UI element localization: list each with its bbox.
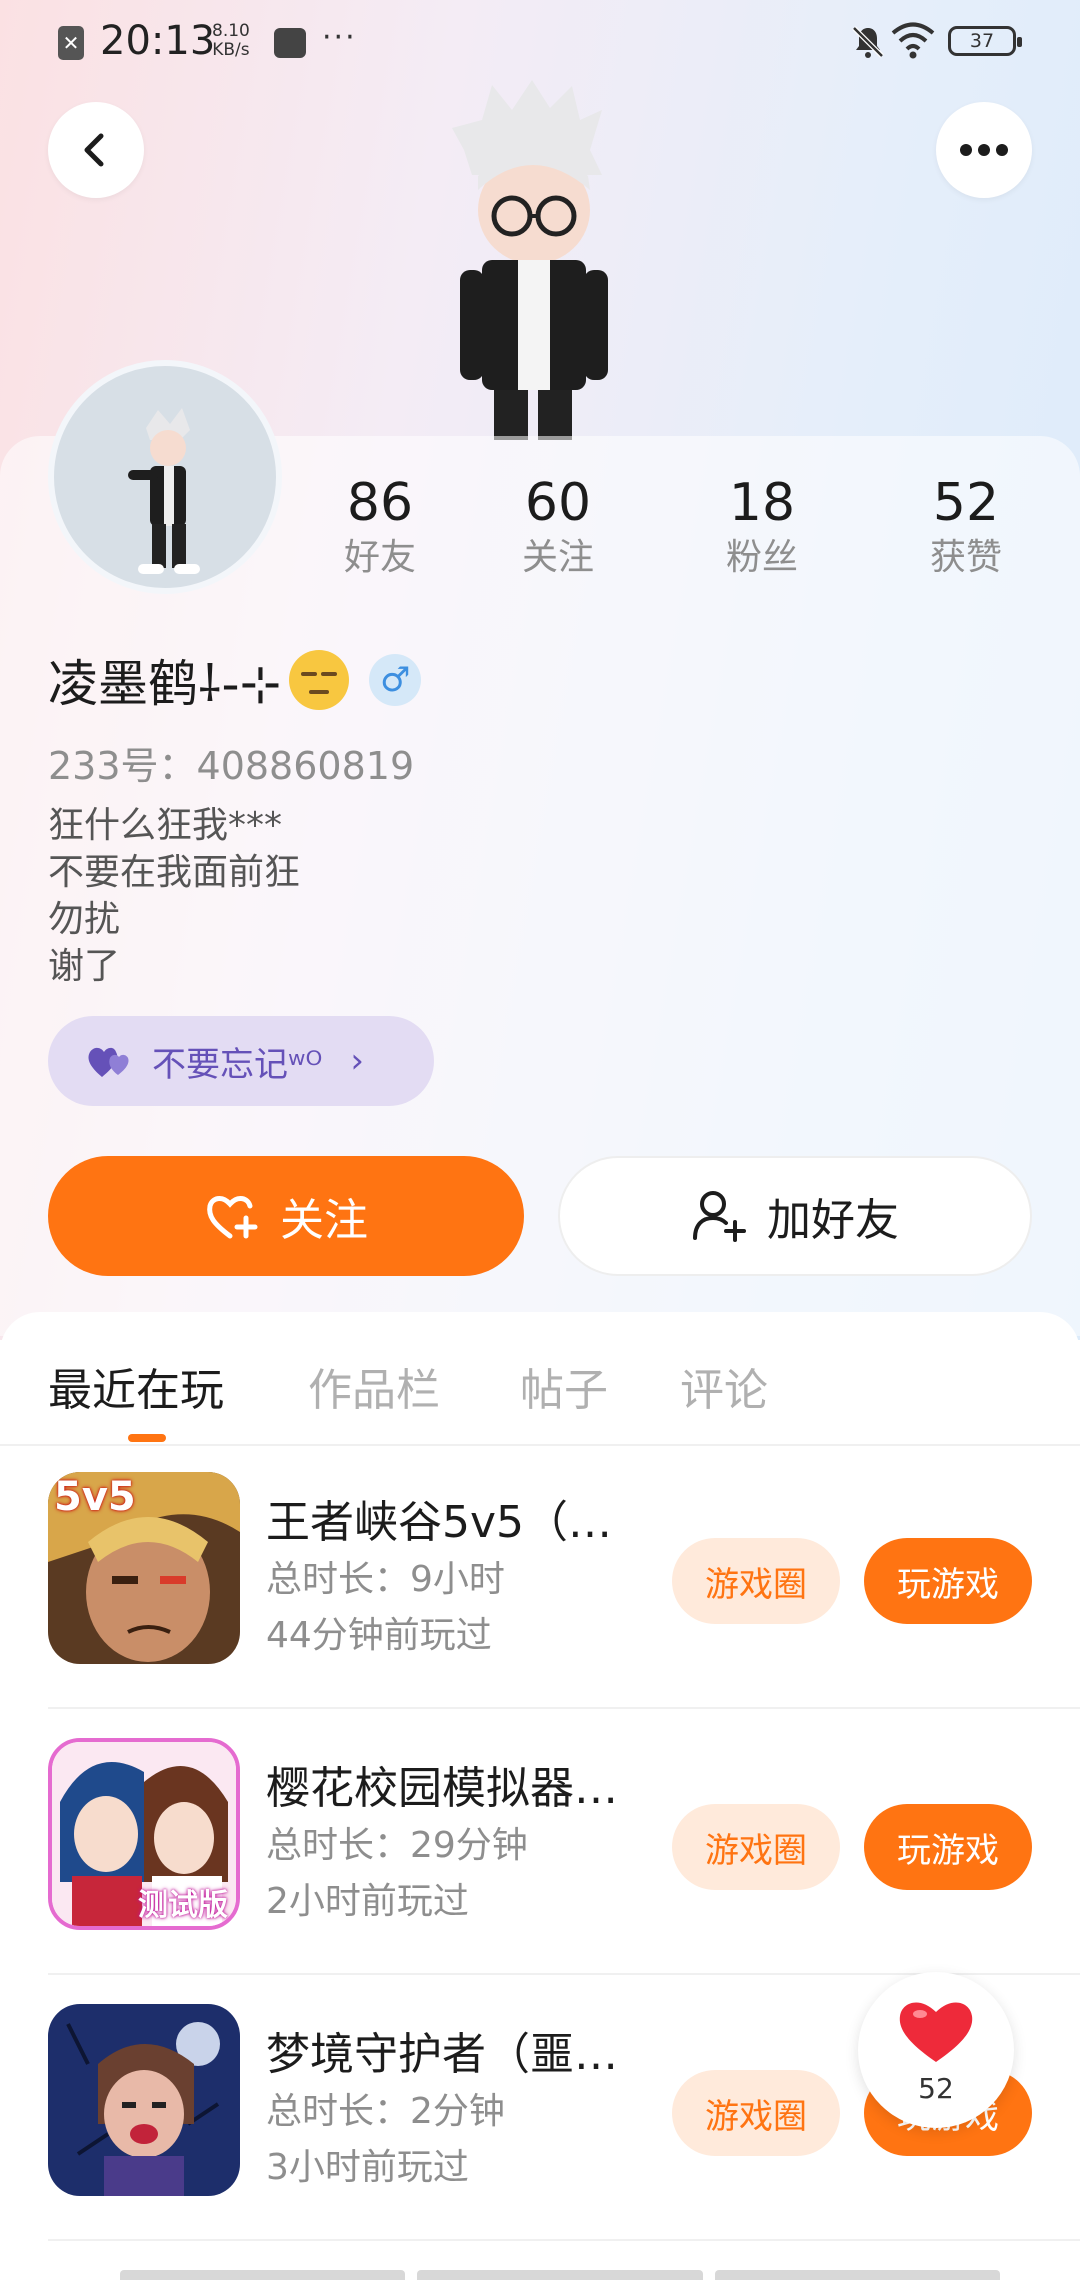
sim-card-icon bbox=[274, 28, 306, 58]
game-title: 梦境守护者（噩… bbox=[266, 2029, 618, 2080]
network-speed-value: 8.10 bbox=[212, 21, 250, 41]
game-title: 王者峡谷5v5（… bbox=[266, 1497, 613, 1548]
wifi-icon bbox=[891, 22, 935, 59]
more-dots-icon bbox=[960, 144, 1008, 156]
tab-works[interactable]: 作品栏 bbox=[308, 1354, 440, 1418]
tab-recently-played[interactable]: 最近在玩 bbox=[48, 1354, 224, 1418]
tab-bar: 最近在玩 作品栏 帖子 评论 bbox=[0, 1312, 1080, 1446]
chevron-right-icon: › bbox=[350, 1041, 364, 1081]
stat-label: 好友 bbox=[343, 537, 416, 578]
battery-icon: 37 bbox=[948, 26, 1022, 56]
stat-followers[interactable]: 18 粉丝 bbox=[682, 470, 842, 580]
game-icon-sakura-school: 测试版 bbox=[48, 1738, 240, 1930]
like-floating-button[interactable]: 52 bbox=[858, 1972, 1014, 2128]
bio-line: 勿扰 bbox=[48, 899, 121, 940]
chevron-left-icon bbox=[84, 133, 104, 167]
content-panel: 最近在玩 作品栏 帖子 评论 5v5 王者峡谷5v5（… 总时长：9小时 44分… bbox=[0, 1312, 1080, 2280]
game-last-played: 2小时前玩过 bbox=[266, 1881, 469, 1922]
network-speed-unit: KB/s bbox=[212, 40, 250, 60]
profile-stats: 86 好友 60 关注 18 粉丝 52 获赞 bbox=[300, 470, 1080, 600]
game-icon-dream-guardian bbox=[48, 2004, 240, 2196]
username: 凌墨鹤⸸-⊹ bbox=[48, 655, 282, 713]
tab-active-indicator bbox=[128, 1434, 166, 1442]
game-last-played: 3小时前玩过 bbox=[266, 2147, 469, 2188]
heart-icon bbox=[899, 2002, 973, 2062]
game-last-played: 44分钟前玩过 bbox=[266, 1615, 492, 1656]
avatar-3d-figure bbox=[452, 80, 608, 440]
avatar[interactable] bbox=[48, 360, 282, 594]
stat-label: 关注 bbox=[521, 537, 594, 578]
status-bar: ✕ 20:13 8.10 KB/s ··· 37 bbox=[0, 0, 1080, 86]
add-friend-button[interactable]: 加好友 bbox=[558, 1156, 1032, 1276]
avatar-thumbnail-image bbox=[128, 408, 200, 574]
game-total-time: 总时长：29分钟 bbox=[266, 1825, 528, 1866]
male-gender-icon: ♂ bbox=[369, 654, 422, 706]
user-bio: 狂什么狂我*** 不要在我面前狂 勿扰 谢了 bbox=[48, 802, 300, 990]
game-list-item[interactable]: 5v5 王者峡谷5v5（… 总时长：9小时 44分钟前玩过 游戏圈 玩游戏 bbox=[0, 1444, 1080, 1709]
user-id[interactable]: 233号：408860819 bbox=[48, 735, 414, 790]
game-circle-button[interactable]: 游戏圈 bbox=[672, 1804, 840, 1890]
tab-posts[interactable]: 帖子 bbox=[520, 1354, 608, 1418]
bio-line: 不要在我面前狂 bbox=[48, 852, 301, 893]
next-row-peek bbox=[120, 2270, 1000, 2280]
bio-line: 狂什么狂我*** bbox=[48, 805, 283, 846]
stat-value: 18 bbox=[728, 473, 796, 533]
network-speed: 8.10 KB/s bbox=[212, 22, 250, 60]
game-total-time: 总时长：2分钟 bbox=[266, 2091, 505, 2132]
unamused-face-emoji-icon bbox=[289, 650, 350, 710]
game-icon-badge: 测试版 bbox=[138, 1888, 228, 1923]
notification-icon: ✕ bbox=[58, 26, 84, 60]
stat-friends[interactable]: 86 好友 bbox=[300, 470, 460, 580]
like-count: 52 bbox=[918, 2072, 954, 2105]
stat-label: 获赞 bbox=[929, 537, 1002, 578]
double-heart-icon bbox=[88, 1047, 129, 1077]
stat-value: 60 bbox=[524, 473, 592, 533]
game-circle-button[interactable]: 游戏圈 bbox=[672, 1538, 840, 1624]
follow-label: 关注 bbox=[280, 1195, 368, 1246]
relationship-tag[interactable]: 不要忘记ʷᴼ › bbox=[48, 1016, 434, 1106]
status-time: 20:13 bbox=[100, 18, 216, 64]
stat-following[interactable]: 60 关注 bbox=[478, 470, 638, 580]
game-circle-button[interactable]: 游戏圈 bbox=[672, 2070, 840, 2156]
divider bbox=[48, 1707, 1080, 1709]
username-row: 凌墨鹤⸸-⊹ ♂ bbox=[48, 640, 422, 720]
follow-button[interactable]: 关注 bbox=[48, 1156, 524, 1276]
heart-plus-icon bbox=[207, 1196, 258, 1239]
mute-bell-icon bbox=[852, 26, 884, 58]
stat-value: 86 bbox=[346, 473, 414, 533]
tab-comments[interactable]: 评论 bbox=[680, 1354, 768, 1418]
game-icon-honor-of-kings: 5v5 bbox=[48, 1472, 240, 1664]
game-list-item[interactable]: 测试版 樱花校园模拟器… 总时长：29分钟 2小时前玩过 游戏圈 玩游戏 bbox=[0, 1710, 1080, 1975]
play-game-button[interactable]: 玩游戏 bbox=[864, 1538, 1032, 1624]
game-title: 樱花校园模拟器… bbox=[266, 1763, 618, 1814]
divider bbox=[48, 2239, 1080, 2241]
status-more-icon: ··· bbox=[322, 20, 357, 55]
add-user-icon bbox=[693, 1191, 746, 1242]
stat-value: 52 bbox=[932, 473, 1000, 533]
tag-label: 不要忘记ʷᴼ bbox=[152, 1044, 323, 1085]
add-friend-label: 加好友 bbox=[767, 1195, 899, 1246]
bio-line: 谢了 bbox=[48, 946, 121, 987]
back-button[interactable] bbox=[48, 102, 144, 198]
game-total-time: 总时长：9小时 bbox=[266, 1559, 505, 1600]
game-icon-badge: 5v5 bbox=[54, 1474, 136, 1520]
stat-likes[interactable]: 52 获赞 bbox=[886, 470, 1046, 580]
stat-label: 粉丝 bbox=[725, 537, 798, 578]
play-game-button[interactable]: 玩游戏 bbox=[864, 1804, 1032, 1890]
more-options-button[interactable] bbox=[936, 102, 1032, 198]
